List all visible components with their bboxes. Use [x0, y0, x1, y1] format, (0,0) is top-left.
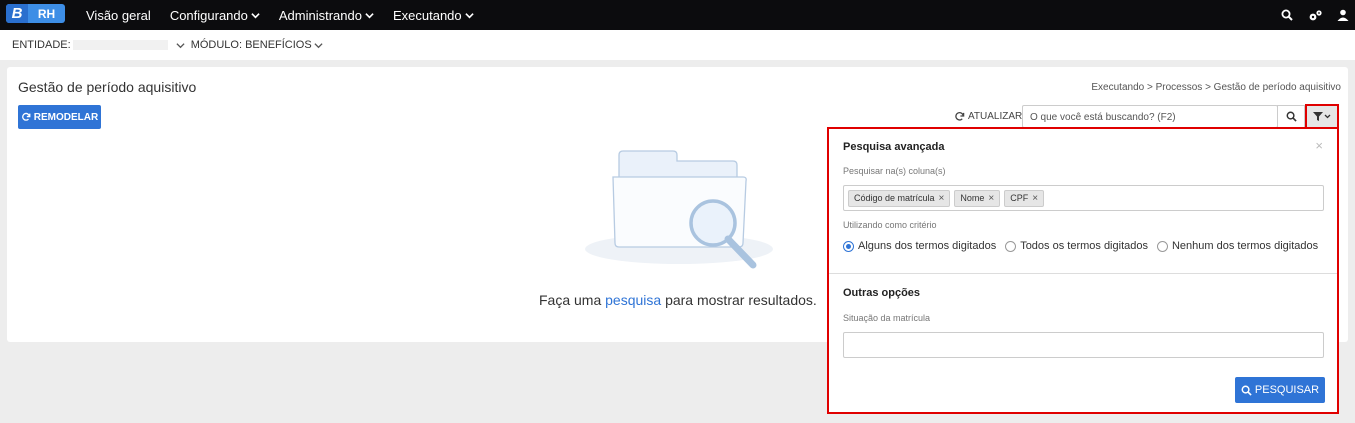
main-nav: Visão geral Configurando Administrando E…: [86, 0, 493, 30]
breadcrumb: Executando > Processos > Gestão de perío…: [1091, 82, 1341, 93]
criteria-radio-none[interactable]: Nenhum dos termos digitados: [1156, 240, 1319, 252]
gears-icon[interactable]: [1303, 9, 1327, 22]
app-logo[interactable]: B RH: [6, 4, 65, 23]
chevron-down-icon: [251, 12, 260, 18]
radio-label: Todos os termos digitados: [1020, 240, 1148, 252]
search-button[interactable]: [1277, 105, 1305, 128]
filter-icon: [1313, 111, 1331, 121]
search-link[interactable]: pesquisa: [605, 292, 661, 308]
user-icon[interactable]: [1331, 9, 1355, 21]
search-input[interactable]: O que você está buscando? (F2): [1022, 105, 1278, 128]
remodel-label: REMODELAR: [33, 111, 99, 123]
chip-label: CPF: [1010, 193, 1029, 203]
remove-chip-icon[interactable]: ×: [988, 193, 994, 204]
criteria-radio-all[interactable]: Todos os termos digitados: [1005, 240, 1148, 252]
remove-chip-icon[interactable]: ×: [1032, 193, 1038, 204]
entity-bar: ENTIDADE: MÓDULO: BENEFÍCIOS: [0, 30, 1355, 60]
search-icon: [1241, 385, 1252, 396]
filter-button[interactable]: [1305, 104, 1339, 129]
search-icon: [1286, 111, 1297, 122]
columns-label: Pesquisar na(s) coluna(s): [843, 166, 946, 176]
nav-item-label: Executando: [392, 7, 462, 23]
radio-button[interactable]: [1156, 240, 1168, 252]
entity-value-redacted[interactable]: [72, 40, 168, 50]
chevron-down-icon[interactable]: [176, 41, 185, 50]
empty-message: Faça uma pesquisa para mostrar resultado…: [539, 292, 817, 308]
search-icon[interactable]: [1275, 9, 1299, 21]
chevron-down-icon: [464, 12, 474, 18]
search-submit-label: PESQUISAR: [1254, 384, 1320, 396]
logo-text: RH: [37, 6, 56, 21]
criteria-radio-group: Alguns dos termos digitados Todos os ter…: [843, 240, 1327, 252]
divider: [829, 273, 1337, 274]
chip-label: Nome: [960, 193, 985, 203]
chip-label: Código de matrícula: [854, 193, 935, 203]
nav-item-administrando[interactable]: Administrando: [279, 8, 374, 23]
situation-label: Situação da matrícula: [843, 313, 931, 323]
empty-message-prefix: Faça uma: [539, 292, 606, 308]
refresh-icon: [955, 112, 965, 121]
column-chip: Código de matrícula ×: [848, 189, 951, 207]
logo-letter: B: [6, 4, 28, 23]
radio-label: Nenhum dos termos digitados: [1171, 240, 1319, 252]
radio-button[interactable]: [1005, 240, 1017, 252]
empty-folder-illustration: [585, 150, 773, 269]
page-title: Gestão de período aquisitivo: [18, 79, 197, 95]
empty-message-suffix: para mostrar resultados.: [661, 292, 817, 308]
radio-label: Alguns dos termos digitados: [858, 240, 997, 252]
column-chip: Nome ×: [954, 189, 1001, 207]
refresh-button[interactable]: ATUALIZAR: [954, 111, 1022, 122]
nav-item-configurando[interactable]: Configurando: [170, 8, 260, 23]
search-submit-button[interactable]: PESQUISAR: [1235, 377, 1325, 403]
remove-chip-icon[interactable]: ×: [939, 193, 945, 204]
top-icons: [1271, 0, 1355, 30]
other-options-title: Outras opções: [843, 287, 921, 299]
top-navbar: B RH Visão geral Configurando Administra…: [0, 0, 1355, 30]
chevron-down-icon: [365, 12, 374, 18]
nav-item-label: Visão geral: [86, 7, 151, 23]
nav-item-label: Configurando: [169, 7, 248, 23]
module-label[interactable]: MÓDULO: BENEFÍCIOS: [191, 39, 312, 51]
nav-item-visao-geral[interactable]: Visão geral: [86, 8, 151, 23]
criteria-radio-some[interactable]: Alguns dos termos digitados: [843, 240, 996, 252]
entity-label: ENTIDADE:: [12, 39, 71, 51]
columns-chip-input[interactable]: Código de matrícula × Nome × CPF ×: [843, 185, 1324, 211]
column-chip: CPF ×: [1004, 189, 1045, 207]
refresh-icon: [21, 112, 31, 121]
nav-item-executando[interactable]: Executando: [393, 8, 474, 23]
radio-button[interactable]: [843, 240, 854, 252]
close-icon[interactable]: ×: [1315, 138, 1323, 153]
refresh-label: ATUALIZAR: [968, 111, 1023, 122]
criteria-label: Utilizando como critério: [843, 220, 937, 230]
remodel-button[interactable]: REMODELAR: [18, 105, 101, 129]
chevron-down-icon[interactable]: [314, 41, 323, 50]
advanced-search-panel: Pesquisa avançada × Pesquisar na(s) colu…: [827, 127, 1339, 414]
situation-select[interactable]: [843, 332, 1324, 358]
nav-item-label: Administrando: [278, 7, 362, 23]
advanced-search-title: Pesquisa avançada: [843, 141, 945, 153]
